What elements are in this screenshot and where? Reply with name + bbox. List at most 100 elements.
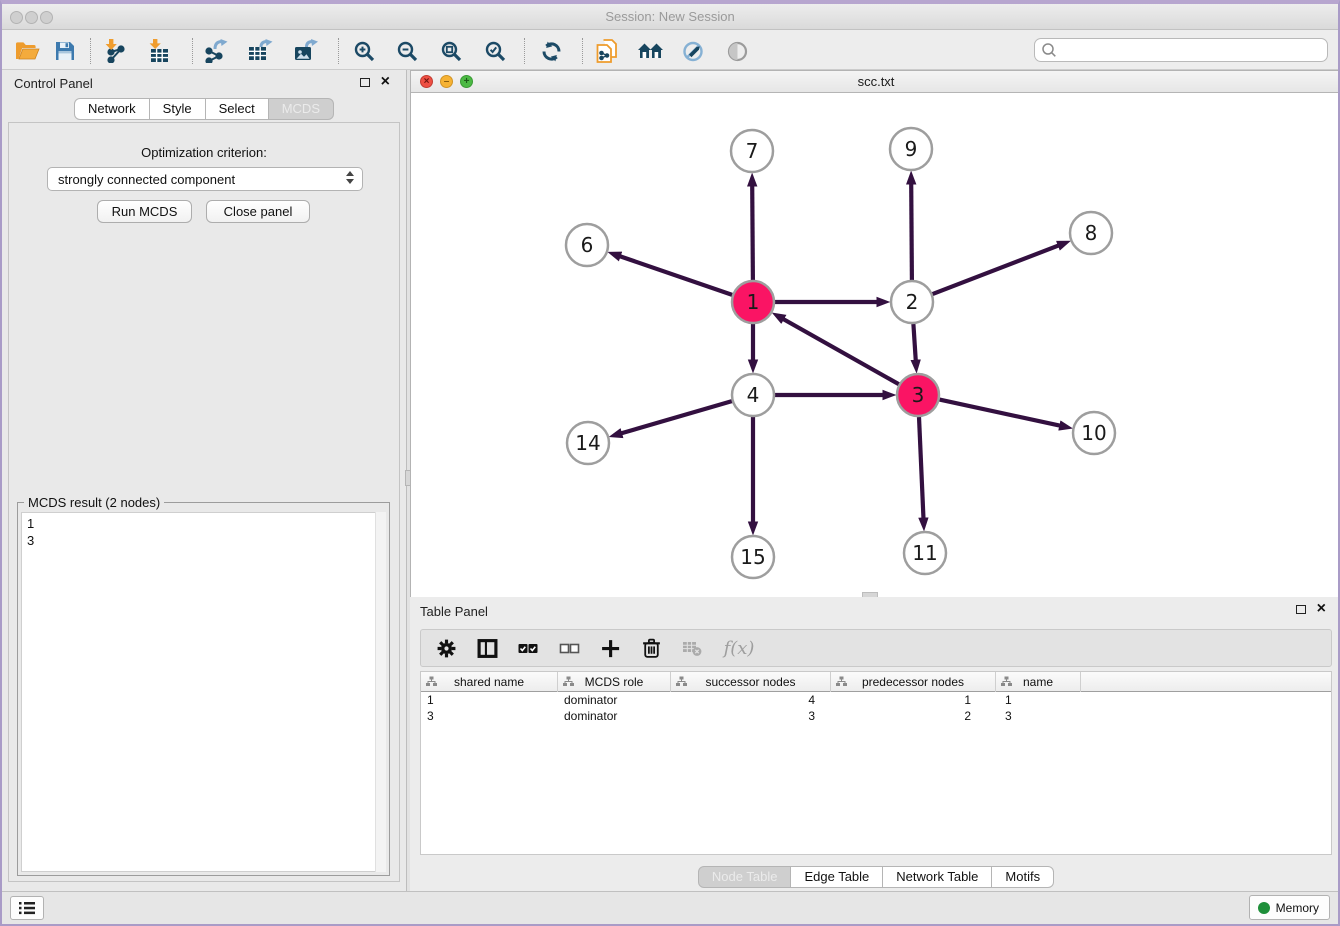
table-cell: 1 [421, 692, 558, 708]
graph-edge-2-3[interactable] [913, 324, 915, 361]
chevron-updown-icon [346, 171, 355, 184]
graph-node-10[interactable]: 10 [1073, 412, 1115, 454]
table-row[interactable]: 3dominator323 [421, 708, 1331, 724]
column-header-successor-nodes[interactable]: successor nodes [671, 672, 831, 692]
table-cell: 3 [421, 708, 558, 724]
graph-node-3[interactable]: 3 [897, 374, 939, 416]
import-network-icon[interactable] [100, 37, 130, 65]
table-cell: 1 [996, 692, 1081, 708]
clone-network-icon[interactable] [592, 37, 622, 65]
zoom-out-icon[interactable] [392, 37, 422, 65]
tab-edge-table[interactable]: Edge Table [791, 866, 883, 888]
svg-text:2: 2 [906, 290, 919, 314]
graph-node-11[interactable]: 11 [904, 532, 946, 574]
column-visibility-icon[interactable] [474, 635, 500, 661]
graph-node-9[interactable]: 9 [890, 128, 932, 170]
run-mcds-button[interactable]: Run MCDS [97, 200, 192, 223]
task-history-button[interactable] [10, 896, 44, 920]
close-panel-icon[interactable]: × [1317, 599, 1326, 619]
column-header-name[interactable]: name [996, 672, 1081, 692]
mcds-result-text[interactable]: 1 3 [21, 512, 386, 872]
zoom-selected-icon[interactable] [480, 37, 510, 65]
float-window-icon[interactable] [360, 78, 370, 87]
control-panel-tabs: NetworkStyleSelectMCDS [2, 98, 406, 120]
save-session-icon[interactable] [50, 37, 80, 65]
graph-edge-1-6[interactable] [619, 256, 732, 295]
network-canvas[interactable]: 7 9 6 8 1 2 4 3 14 10 15 11 [411, 93, 1340, 597]
graph-edge-3-11[interactable] [919, 417, 924, 519]
column-header-MCDS-role[interactable]: MCDS role [558, 672, 671, 692]
column-header-predecessor-nodes[interactable]: predecessor nodes [831, 672, 996, 692]
graphics-details-icon[interactable] [678, 37, 708, 65]
graph-edge-2-9[interactable] [911, 183, 912, 280]
graph-node-2[interactable]: 2 [891, 281, 933, 323]
delete-columns-icon[interactable] [638, 635, 664, 661]
birds-eye-view-icon[interactable] [722, 37, 752, 65]
close-panel-button[interactable]: Close panel [206, 200, 310, 223]
network-window: × – + scc.txt 7968124314101511 [410, 70, 1340, 597]
export-image-icon[interactable] [292, 37, 322, 65]
tab-motifs[interactable]: Motifs [992, 866, 1054, 888]
zoom-in-icon[interactable] [349, 37, 379, 65]
deselect-all-icon[interactable] [556, 635, 582, 661]
svg-text:1: 1 [747, 290, 760, 314]
svg-text:9: 9 [905, 137, 918, 161]
table-cell: 1 [831, 692, 996, 708]
tab-style[interactable]: Style [150, 98, 206, 120]
table-toolbar: f(x) [420, 629, 1332, 667]
column-header-shared-name[interactable]: shared name [421, 672, 558, 692]
graph-node-7[interactable]: 7 [731, 130, 773, 172]
memory-label: Memory [1276, 901, 1319, 915]
delete-table-icon[interactable] [679, 635, 705, 661]
svg-text:15: 15 [740, 545, 765, 569]
graph-node-6[interactable]: 6 [566, 224, 608, 266]
mcds-result-group: MCDS result (2 nodes) 1 3 [17, 502, 390, 876]
graph-node-14[interactable]: 14 [567, 422, 609, 464]
list-icon [19, 901, 35, 915]
main-toolbar [2, 30, 1338, 70]
tab-network[interactable]: Network [74, 98, 150, 120]
first-neighbors-icon[interactable] [634, 37, 668, 65]
zoom-fit-icon[interactable] [436, 37, 466, 65]
graph-node-15[interactable]: 15 [732, 536, 774, 578]
graph-edge-4-14[interactable] [621, 401, 732, 433]
select-all-icon[interactable] [515, 635, 541, 661]
search-input[interactable] [1034, 38, 1328, 62]
tab-node-table[interactable]: Node Table [698, 866, 792, 888]
table-cell: dominator [558, 692, 671, 708]
refresh-layout-icon[interactable] [536, 37, 566, 65]
graph-edge-3-1[interactable] [783, 319, 899, 385]
window-title: Session: New Session [2, 9, 1338, 24]
export-table-icon[interactable] [246, 37, 276, 65]
tab-select[interactable]: Select [206, 98, 269, 120]
table-panel-title: Table Panel [420, 604, 488, 619]
open-session-icon[interactable] [12, 37, 42, 65]
import-table-icon[interactable] [144, 37, 174, 65]
toolbar-separator [524, 38, 525, 64]
graph-edge-2-8[interactable] [933, 245, 1060, 294]
graph-node-4[interactable]: 4 [732, 374, 774, 416]
graph-edge-1-7[interactable] [752, 185, 753, 280]
graph-edge-3-10[interactable] [940, 400, 1061, 426]
tab-mcds[interactable]: MCDS [269, 98, 334, 120]
equation-builder-icon[interactable]: f(x) [720, 635, 758, 661]
node-table: shared nameMCDS rolesuccessor nodesprede… [420, 671, 1332, 855]
table-cell: 3 [671, 708, 831, 724]
export-network-icon[interactable] [202, 37, 232, 65]
result-scrollbar[interactable] [375, 512, 386, 872]
search-field-wrap [1034, 38, 1328, 62]
graph-node-8[interactable]: 8 [1070, 212, 1112, 254]
graph-node-1[interactable]: 1 [732, 281, 774, 323]
create-column-icon[interactable] [597, 635, 623, 661]
memory-status-icon [1258, 902, 1270, 914]
float-window-icon[interactable] [1296, 605, 1306, 614]
close-panel-icon[interactable]: × [381, 72, 390, 92]
criterion-select[interactable]: strongly connected component [47, 167, 363, 191]
table-panel-header: Table Panel × [410, 597, 1340, 625]
memory-button[interactable]: Memory [1249, 895, 1330, 920]
tab-network-table[interactable]: Network Table [883, 866, 992, 888]
table-options-icon[interactable] [433, 635, 459, 661]
table-row[interactable]: 1dominator411 [421, 692, 1331, 708]
app-window: Session: New Session [0, 0, 1340, 926]
toolbar-separator [192, 38, 193, 64]
